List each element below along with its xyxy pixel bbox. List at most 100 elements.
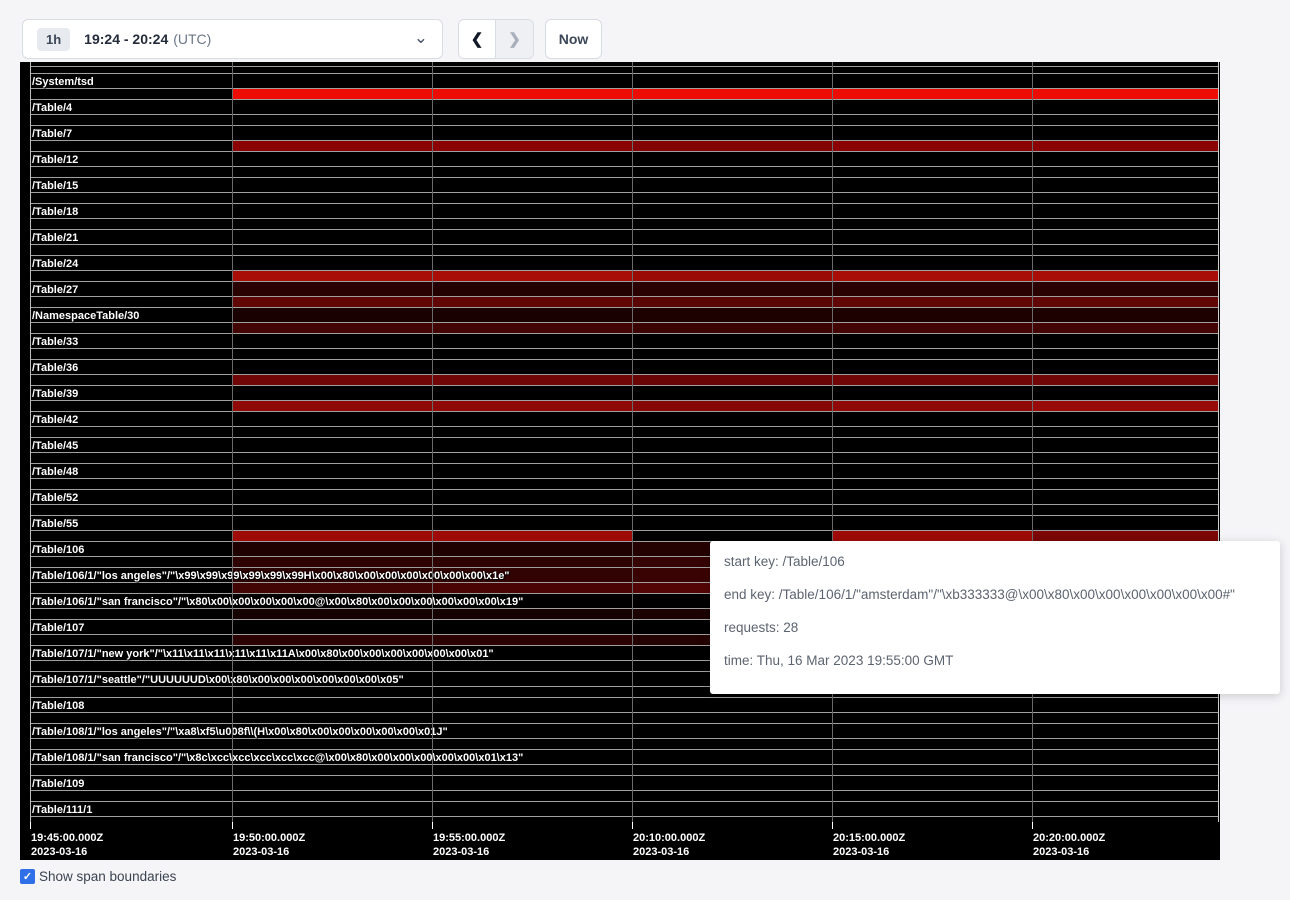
heatmap-cell[interactable] bbox=[1032, 776, 1218, 790]
heatmap-cell[interactable] bbox=[1032, 427, 1218, 437]
heatmap-cell[interactable] bbox=[432, 282, 632, 296]
heatmap-cell[interactable] bbox=[1032, 323, 1218, 333]
heatmap-cell[interactable] bbox=[432, 531, 632, 541]
heatmap-cell[interactable] bbox=[432, 334, 632, 348]
heatmap-cell[interactable] bbox=[232, 542, 432, 556]
heatmap-cell[interactable] bbox=[832, 297, 1032, 307]
heatmap-cell[interactable] bbox=[432, 453, 632, 463]
heatmap-cell[interactable] bbox=[432, 776, 632, 790]
prev-time-button[interactable]: ❮ bbox=[459, 20, 496, 58]
heatmap-cell[interactable] bbox=[232, 256, 432, 270]
heatmap-cell[interactable] bbox=[832, 464, 1032, 478]
heatmap-cell[interactable] bbox=[832, 334, 1032, 348]
heatmap-cell[interactable] bbox=[232, 620, 432, 634]
heatmap-cell[interactable] bbox=[832, 74, 1032, 88]
heatmap-cell[interactable] bbox=[1032, 349, 1218, 359]
heatmap-cell[interactable] bbox=[1032, 739, 1218, 749]
heatmap-cell[interactable] bbox=[1032, 505, 1218, 515]
heatmap-cell[interactable] bbox=[832, 152, 1032, 166]
heatmap-cell[interactable] bbox=[232, 490, 432, 504]
heatmap-cell[interactable] bbox=[432, 724, 632, 738]
heatmap-cell[interactable] bbox=[432, 464, 632, 478]
heatmap-cell[interactable] bbox=[232, 609, 432, 619]
heatmap-cell[interactable] bbox=[832, 386, 1032, 400]
heatmap-cell[interactable] bbox=[632, 152, 832, 166]
heatmap-cell[interactable] bbox=[832, 724, 1032, 738]
heatmap-cell[interactable] bbox=[632, 464, 832, 478]
heatmap-cell[interactable] bbox=[1032, 256, 1218, 270]
heatmap-cell[interactable] bbox=[232, 193, 432, 203]
heatmap-cell[interactable] bbox=[632, 724, 832, 738]
now-button[interactable]: Now bbox=[545, 19, 602, 59]
heatmap-cell[interactable] bbox=[232, 282, 432, 296]
heatmap-cell[interactable] bbox=[232, 516, 432, 530]
heatmap-cell[interactable] bbox=[232, 401, 432, 411]
heatmap-cell[interactable] bbox=[832, 698, 1032, 712]
heatmap-cell[interactable] bbox=[832, 776, 1032, 790]
heatmap-cell[interactable] bbox=[632, 308, 832, 322]
heatmap-cell[interactable] bbox=[1032, 479, 1218, 489]
next-time-button-disabled[interactable]: ❯ bbox=[496, 20, 533, 58]
heatmap-cell[interactable] bbox=[632, 375, 832, 385]
heatmap-cell[interactable] bbox=[632, 323, 832, 333]
heatmap-cell[interactable] bbox=[832, 219, 1032, 229]
heatmap-cell[interactable] bbox=[432, 661, 632, 671]
heatmap-cell[interactable] bbox=[432, 141, 632, 151]
heatmap-cell[interactable] bbox=[632, 479, 832, 489]
heatmap-cell[interactable] bbox=[632, 89, 832, 99]
heatmap-cell[interactable] bbox=[232, 438, 432, 452]
heatmap-cell[interactable] bbox=[1032, 100, 1218, 114]
heatmap-cell[interactable] bbox=[1032, 516, 1218, 530]
heatmap-cell[interactable] bbox=[232, 152, 432, 166]
heatmap-cell[interactable] bbox=[632, 245, 832, 255]
heatmap-cell[interactable] bbox=[632, 791, 832, 801]
heatmap-cell[interactable] bbox=[1032, 204, 1218, 218]
heatmap-cell[interactable] bbox=[232, 453, 432, 463]
heatmap-cell[interactable] bbox=[232, 802, 432, 816]
heatmap-cell[interactable] bbox=[832, 438, 1032, 452]
heatmap-cell[interactable] bbox=[632, 360, 832, 374]
heatmap-cell[interactable] bbox=[232, 427, 432, 437]
heatmap-cell[interactable] bbox=[832, 245, 1032, 255]
heatmap-cell[interactable] bbox=[832, 115, 1032, 125]
heatmap-cell[interactable] bbox=[1032, 245, 1218, 255]
heatmap-cell[interactable] bbox=[232, 776, 432, 790]
heatmap-cell[interactable] bbox=[1032, 412, 1218, 426]
heatmap-cell[interactable] bbox=[432, 542, 632, 556]
heatmap-cell[interactable] bbox=[632, 698, 832, 712]
heatmap-cell[interactable] bbox=[632, 802, 832, 816]
heatmap-cell[interactable] bbox=[632, 271, 832, 281]
heatmap-cell[interactable] bbox=[832, 178, 1032, 192]
heatmap-cell[interactable] bbox=[832, 531, 1032, 541]
heatmap-cell[interactable] bbox=[1032, 282, 1218, 296]
heatmap-cell[interactable] bbox=[1032, 230, 1218, 244]
heatmap-cell[interactable] bbox=[232, 479, 432, 489]
heatmap-cell[interactable] bbox=[1032, 375, 1218, 385]
heatmap-cell[interactable] bbox=[1032, 386, 1218, 400]
heatmap-cell[interactable] bbox=[432, 583, 632, 593]
heatmap-cell[interactable] bbox=[232, 386, 432, 400]
heatmap-cell[interactable] bbox=[232, 271, 432, 281]
heatmap-cell[interactable] bbox=[632, 204, 832, 218]
heatmap-cell[interactable] bbox=[632, 427, 832, 437]
heatmap-cell[interactable] bbox=[432, 323, 632, 333]
heatmap-cell[interactable] bbox=[432, 74, 632, 88]
heatmap-cell[interactable] bbox=[632, 256, 832, 270]
heatmap-cell[interactable] bbox=[832, 375, 1032, 385]
heatmap-cell[interactable] bbox=[232, 464, 432, 478]
heatmap-cell[interactable] bbox=[832, 204, 1032, 218]
heatmap-cell[interactable] bbox=[232, 334, 432, 348]
heatmap-cell[interactable] bbox=[1032, 360, 1218, 374]
heatmap-cell[interactable] bbox=[232, 505, 432, 515]
heatmap-cell[interactable] bbox=[232, 531, 432, 541]
heatmap-cell[interactable] bbox=[632, 167, 832, 177]
heatmap-cell[interactable] bbox=[232, 178, 432, 192]
heatmap-cell[interactable] bbox=[832, 516, 1032, 530]
heatmap-cell[interactable] bbox=[632, 750, 832, 764]
heatmap-cell[interactable] bbox=[632, 141, 832, 151]
heatmap-cell[interactable] bbox=[832, 100, 1032, 114]
heatmap-cell[interactable] bbox=[1032, 115, 1218, 125]
heatmap-cell[interactable] bbox=[632, 765, 832, 775]
heatmap-cell[interactable] bbox=[1032, 74, 1218, 88]
heatmap-cell[interactable] bbox=[832, 89, 1032, 99]
